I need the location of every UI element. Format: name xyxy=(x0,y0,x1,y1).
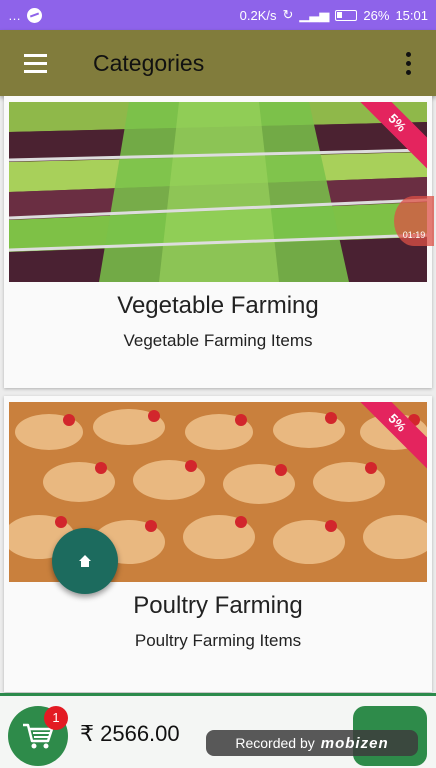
status-bar: … 0.2K/s ↻ ▁▃▅ 26% 15:01 xyxy=(0,0,436,30)
cart-total: ₹ 2566.00 xyxy=(80,721,180,746)
signal-icon: ▁▃▅ xyxy=(299,7,330,22)
recorder-brand: mobizen xyxy=(320,734,389,752)
vegetable-farming-image: 5% xyxy=(9,102,427,282)
page-title: Categories xyxy=(93,49,205,76)
category-list[interactable]: 5% Vegetable Farming Vegetable Farming I… xyxy=(0,96,436,696)
category-subtitle: Vegetable Farming Items xyxy=(123,331,313,350)
recorder-timer: 01:19 xyxy=(402,230,426,240)
home-button[interactable] xyxy=(52,528,118,594)
battery-level: 26% xyxy=(363,7,390,23)
screen-recorder-bubble[interactable]: 01:19 xyxy=(394,196,434,246)
cart-count-badge: 1 xyxy=(44,706,68,730)
menu-icon[interactable] xyxy=(0,30,70,96)
recorder-label: Recorded by xyxy=(235,735,315,751)
recorder-watermark: Recorded by mobizen xyxy=(206,730,418,756)
app-bar: Categories xyxy=(0,30,436,96)
category-subtitle: Poultry Farming Items xyxy=(134,631,302,650)
category-title: Poultry Farming xyxy=(133,592,303,619)
battery-icon xyxy=(335,9,358,21)
network-speed: 0.2K/s xyxy=(239,7,277,23)
clock: 15:01 xyxy=(395,7,428,23)
status-dots: … xyxy=(8,7,21,23)
more-vert-icon[interactable] xyxy=(380,30,436,96)
messenger-icon xyxy=(27,7,42,23)
home-icon xyxy=(79,555,91,567)
category-card-vegetable[interactable]: 5% Vegetable Farming Vegetable Farming I… xyxy=(4,96,432,388)
sync-icon: ↻ xyxy=(282,7,294,22)
category-title: Vegetable Farming xyxy=(117,292,319,319)
